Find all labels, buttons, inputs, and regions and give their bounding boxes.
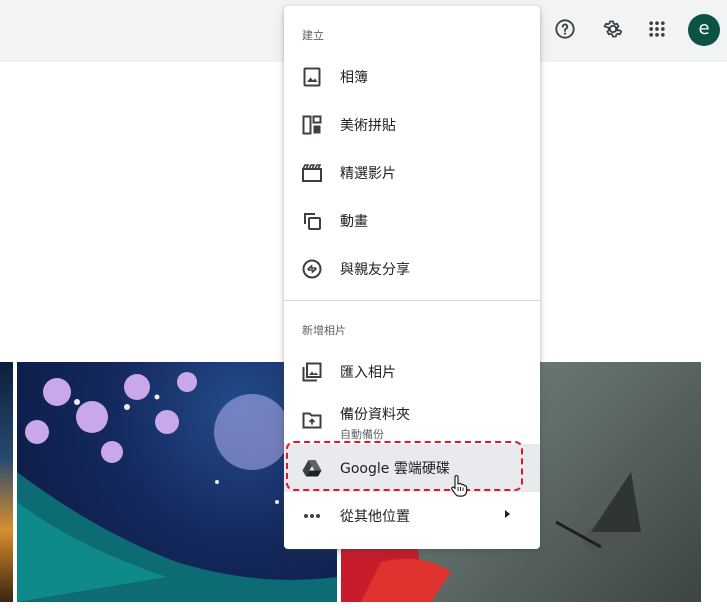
- menu-item-label: 相簿: [340, 70, 368, 86]
- menu-item-label: 從其他位置: [340, 509, 410, 525]
- menu-item-share[interactable]: 與親友分享: [284, 245, 540, 293]
- hand-cursor-icon: [450, 474, 468, 501]
- backup-folder-icon: [302, 410, 322, 430]
- menu-item-label: 美術拼貼: [340, 118, 396, 134]
- menu-item-movie[interactable]: 精選影片: [284, 149, 540, 197]
- add-photos-section-title: 新增相片: [302, 324, 346, 337]
- collage-icon: [302, 115, 322, 135]
- share-icon: [302, 259, 322, 279]
- create-section-title: 建立: [302, 29, 324, 42]
- menu-item-backup-folder[interactable]: 備份資料夾 自動備份: [284, 396, 540, 444]
- help-icon[interactable]: [551, 15, 579, 43]
- settings-icon[interactable]: [599, 15, 627, 43]
- animation-icon: [302, 211, 322, 231]
- menu-item-label: 匯入相片: [340, 365, 396, 381]
- photo-thumbnail-sunset[interactable]: [0, 362, 13, 602]
- menu-item-sublabel: 自動備份: [340, 428, 384, 441]
- menu-item-label: 與親友分享: [340, 262, 410, 278]
- apps-icon[interactable]: [643, 15, 671, 43]
- create-menu: 建立 相簿 美術拼貼 精選影片 動畫 與親友分享 新增相片 匯入相片 備份資料夾…: [284, 6, 540, 549]
- google-drive-icon: [302, 458, 322, 478]
- menu-item-label: 精選影片: [340, 166, 396, 182]
- menu-item-label: Google 雲端硬碟: [340, 461, 450, 477]
- menu-item-animation[interactable]: 動畫: [284, 197, 540, 245]
- menu-item-label: 動畫: [340, 214, 368, 230]
- submenu-arrow-icon: [505, 510, 510, 518]
- import-photos-icon: [302, 362, 322, 382]
- menu-item-label: 備份資料夾: [340, 407, 410, 423]
- avatar[interactable]: e: [688, 14, 720, 46]
- menu-item-other-sources[interactable]: 從其他位置: [284, 492, 540, 540]
- movie-icon: [302, 163, 322, 183]
- album-icon: [302, 67, 322, 87]
- menu-item-import-photos[interactable]: 匯入相片: [284, 348, 540, 396]
- menu-item-collage[interactable]: 美術拼貼: [284, 101, 540, 149]
- menu-item-album[interactable]: 相簿: [284, 53, 540, 101]
- menu-divider: [284, 300, 540, 301]
- menu-item-google-drive[interactable]: Google 雲端硬碟: [284, 444, 540, 492]
- more-horiz-icon: [302, 506, 322, 526]
